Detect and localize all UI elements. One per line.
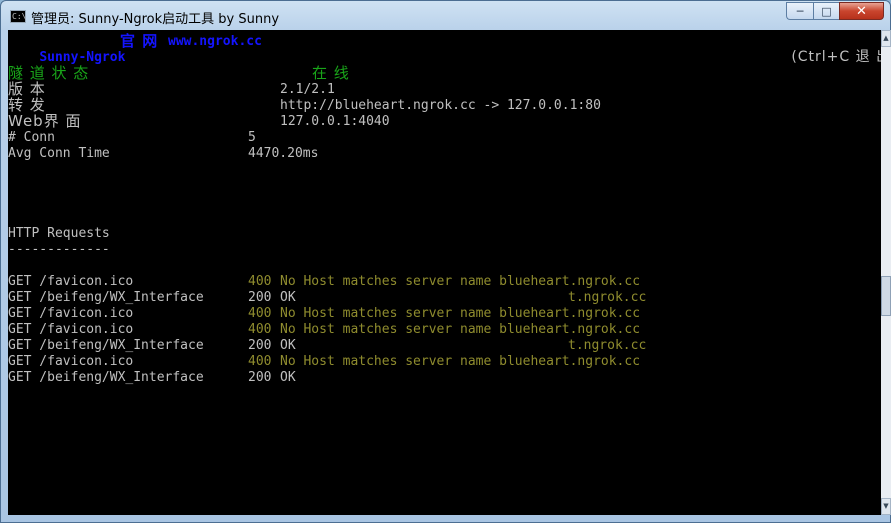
- status-code: 400: [248, 274, 272, 289]
- request-path: GET /favicon.ico: [8, 322, 134, 337]
- title-bar[interactable]: C:\ 管理员: Sunny-Ngrok启动工具 by Sunny ─ □ ✕: [1, 1, 890, 31]
- request-path: GET /favicon.ico: [8, 354, 134, 369]
- avg-conn-time-value: 4470.20ms: [248, 146, 319, 161]
- status-message: No Host matches server name blueheart.ng…: [280, 322, 641, 337]
- version-value: 2.1/2.1: [280, 82, 335, 97]
- minimize-button[interactable]: ─: [786, 2, 813, 20]
- status-code: 200: [248, 370, 272, 385]
- request-path: GET /favicon.ico: [8, 306, 134, 321]
- tunnel-status-value: 在 线: [312, 64, 350, 82]
- status-message: OK: [280, 370, 296, 385]
- http-requests-title: HTTP Requests: [8, 226, 110, 241]
- status-code: 400: [248, 354, 272, 369]
- request-path: GET /beifeng/WX_Interface: [8, 338, 204, 353]
- status-code: 200: [248, 338, 272, 353]
- window-title: 管理员: Sunny-Ngrok启动工具 by Sunny: [31, 12, 280, 27]
- close-button[interactable]: ✕: [839, 2, 884, 20]
- console-app-icon: C:\: [10, 10, 27, 23]
- version-label: 版 本: [8, 80, 46, 98]
- tunnel-status-label: 隧 道 状 态: [8, 64, 90, 82]
- exit-hint: (Ctrl+C 退 出 ): [791, 49, 890, 65]
- official-site-label: 官 网: [120, 32, 159, 50]
- status-message: OK: [280, 290, 296, 305]
- scroll-thumb[interactable]: [881, 276, 891, 316]
- console-output[interactable]: Sunny-Ngrok 官 网 www.ngrok.cc (Ctrl+C 退 出…: [8, 30, 890, 515]
- forward-label: 转 发: [8, 96, 46, 114]
- avg-conn-time-label: Avg Conn Time: [8, 146, 110, 161]
- maximize-button[interactable]: □: [813, 2, 839, 20]
- conn-count-value: 5: [248, 130, 256, 145]
- overwritten-tail-text: t.ngrok.cc: [568, 338, 647, 353]
- web-interface-label: Web界 面: [8, 112, 82, 130]
- forward-value: http://blueheart.ngrok.cc -> 127.0.0.1:8…: [280, 98, 601, 113]
- http-requests-rule: -------------: [8, 242, 110, 257]
- request-path: GET /favicon.ico: [8, 274, 134, 289]
- status-message: OK: [280, 338, 296, 353]
- status-code: 400: [248, 306, 272, 321]
- conn-count-label: # Conn: [8, 130, 55, 145]
- overwritten-tail-text: t.ngrok.cc: [568, 290, 647, 305]
- status-message: No Host matches server name blueheart.ng…: [280, 354, 641, 369]
- web-interface-value: 127.0.0.1:4040: [280, 114, 390, 129]
- scroll-up-arrow-icon[interactable]: ▲: [881, 30, 891, 47]
- brand-line: Sunny-Ngrok: [8, 34, 125, 65]
- status-message: No Host matches server name blueheart.ng…: [280, 274, 641, 289]
- request-path: GET /beifeng/WX_Interface: [8, 370, 204, 385]
- vertical-scrollbar[interactable]: ▲ ▼: [881, 30, 891, 515]
- brand-name: Sunny-Ngrok: [39, 50, 126, 65]
- official-site-url: www.ngrok.cc: [168, 34, 262, 49]
- status-message: No Host matches server name blueheart.ng…: [280, 306, 641, 321]
- request-path: GET /beifeng/WX_Interface: [8, 290, 204, 305]
- scroll-down-arrow-icon[interactable]: ▼: [881, 498, 891, 515]
- status-code: 400: [248, 322, 272, 337]
- window-controls: ─ □ ✕: [786, 2, 884, 20]
- status-code: 200: [248, 290, 272, 305]
